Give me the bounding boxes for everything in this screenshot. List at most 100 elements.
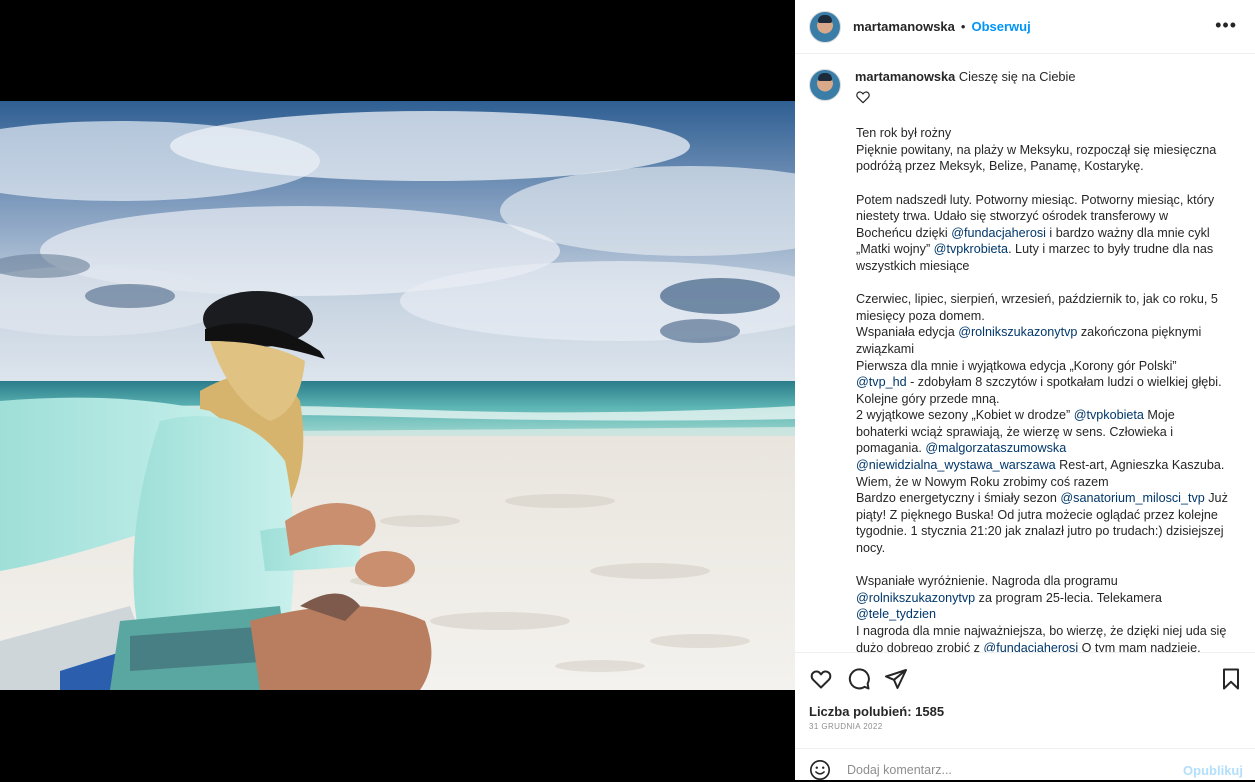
post-header: martamanowska • Obserwuj ••• — [795, 0, 1255, 54]
caption-fragment: Kolejne góry przede mną. — [856, 391, 1000, 406]
caption-fragment: - zdobyłam 8 szczytów i spotkałam ludzi … — [906, 375, 1222, 390]
like-heart-icon[interactable] — [809, 667, 833, 691]
caption-avatar[interactable] — [809, 69, 841, 101]
caption-line: związkami — [856, 341, 1231, 358]
caption-title: Cieszę się na Ciebie — [958, 69, 1076, 84]
more-options-icon[interactable]: ••• — [1215, 16, 1237, 34]
caption-fragment: zakończona pięknymi — [1077, 325, 1202, 340]
save-bookmark-icon[interactable] — [1219, 667, 1243, 691]
likes-count[interactable]: Liczba polubień: 1585 — [809, 704, 944, 719]
caption-fragment: . Luty i marzec to były trudne dla nas — [1008, 242, 1214, 257]
post-date[interactable]: 31 GRUDNIA 2022 — [809, 722, 883, 731]
caption-line: Czerwiec, lipiec, sierpień, wrzesień, pa… — [856, 291, 1231, 308]
mention-link[interactable]: @tele_tydzien — [856, 607, 936, 621]
caption-fragment: dużo dobrego zrobić z — [856, 640, 984, 652]
caption-fragment: Czerwiec, lipiec, sierpień, wrzesień, pa… — [856, 292, 1218, 307]
mention-link[interactable]: @sanatorium_milosci_tvp — [1060, 491, 1204, 505]
caption-line: miesięcy poza domem. — [856, 308, 1231, 325]
caption-fragment: Potem nadszedł luty. Potworny miesiąc. P… — [856, 192, 1215, 207]
mention-link[interactable]: @niewidzialna_wystawa_warszawa — [856, 458, 1056, 472]
caption-fragment: związkami — [856, 341, 915, 356]
mention-link[interactable]: @tvpkobieta — [1074, 408, 1144, 422]
caption-line: @rolnikszukazonytvp za program 25-lecia.… — [856, 590, 1231, 607]
caption-text: Ten rok był rożny Pięknie powitany, na pl… — [856, 125, 1231, 652]
caption-line: „Matki wojny” @tvpkrobieta. Luty i marze… — [856, 241, 1231, 258]
mention-link[interactable]: @rolnikszukazonytvp — [958, 325, 1077, 339]
caption-line: Wspaniałe wyróżnienie. Nagroda dla progr… — [856, 573, 1231, 590]
caption-fragment: bohaterki wciąż sprawiają, że wierzę w s… — [856, 424, 1174, 439]
caption-fragment: 2 wyjątkowe sezony „Kobiet w drodze” — [856, 408, 1074, 423]
caption-line: Bocheńcu dzięki @fundacjaherosi i bardzo… — [856, 225, 1231, 242]
caption-username[interactable]: martamanowska — [855, 69, 955, 84]
caption-line: I nagroda dla mnie najważniejsza, bo wie… — [856, 623, 1231, 640]
comment-bar: Opublikuj — [795, 748, 1255, 782]
emoji-icon[interactable] — [809, 759, 831, 781]
caption-line: tygodnie. 1 stycznia 21:20 jak znalazł j… — [856, 523, 1231, 540]
caption-line: @tele_tydzien — [856, 606, 1231, 623]
caption-line: Ten rok był rożny — [856, 125, 1231, 142]
caption-fragment: Już — [1204, 491, 1228, 506]
post-photo[interactable] — [0, 101, 795, 690]
mention-link[interactable]: @rolnikszukazonytvp — [856, 591, 975, 605]
comment-icon[interactable] — [847, 667, 871, 691]
caption-fragment: Wspaniała edycja — [856, 325, 959, 340]
action-bar — [795, 652, 1255, 702]
caption-fragment: podróżą przez Meksyk, Belize, Panamę, Ko… — [856, 159, 1144, 174]
caption-line — [856, 275, 1231, 292]
caption-fragment: Rest-art, Agnieszka Kaszuba. — [1055, 458, 1225, 473]
caption-line — [856, 175, 1231, 192]
caption-line — [856, 557, 1231, 574]
caption-line: niestety trwa. Udało się stworzyć ośrode… — [856, 208, 1231, 225]
caption-fragment: tygodnie. 1 stycznia 21:20 jak znalazł j… — [856, 524, 1224, 539]
caption-line: Kolejne góry przede mną. — [856, 391, 1231, 408]
caption-fragment: i bardzo ważny dla mnie cykl — [1045, 225, 1210, 240]
caption-fragment: za program 25-lecia. Telekamera — [975, 590, 1162, 605]
caption-line: pomagania. @malgorzataszumowska — [856, 440, 1231, 457]
caption-fragment: nocy. — [856, 541, 886, 556]
caption-line: @niewidzialna_wystawa_warszawa Rest-art,… — [856, 457, 1231, 474]
caption-like-heart-icon[interactable] — [855, 89, 871, 105]
share-send-icon[interactable] — [884, 667, 908, 691]
caption-line: Pierwsza dla mnie i wyjątkowa edycja „Ko… — [856, 358, 1231, 375]
author-username[interactable]: martamanowska — [853, 19, 955, 34]
caption-fragment: Bocheńcu dzięki — [856, 225, 952, 240]
caption-line: @tvp_hd - zdobyłam 8 szczytów i spotkała… — [856, 374, 1231, 391]
caption-scroll-area[interactable]: martamanowska Cieszę się na Ciebie Ten r… — [795, 55, 1255, 652]
caption-fragment: O tym mam nadzieje. — [1078, 640, 1201, 652]
caption-fragment: wszystkich miesiące — [856, 258, 970, 273]
mention-link[interactable]: @malgorzataszumowska — [925, 441, 1066, 455]
post-sidebar: martamanowska • Obserwuj ••• martamanows… — [795, 0, 1255, 782]
mention-link[interactable]: @fundacjaherosi — [983, 641, 1078, 652]
caption-fragment: piąty! Z pięknego Buska! Od jutra możeci… — [856, 507, 1218, 522]
caption-line: Wspaniała edycja @rolnikszukazonytvp zak… — [856, 324, 1231, 341]
mention-link[interactable]: @fundacjaherosi — [951, 226, 1046, 240]
caption-fragment: I nagroda dla mnie najważniejsza, bo wie… — [856, 624, 1227, 638]
caption-fragment: Wiem, że w Nowym Roku zrobimy coś razem — [856, 474, 1109, 489]
caption-line: Wiem, że w Nowym Roku zrobimy coś razem — [856, 474, 1231, 491]
follow-button[interactable]: Obserwuj — [971, 19, 1030, 34]
caption-fragment: Wspaniałe wyróżnienie. Nagroda dla progr… — [856, 574, 1118, 589]
caption-line: podróżą przez Meksyk, Belize, Panamę, Ko… — [856, 158, 1231, 175]
caption-line: piąty! Z pięknego Buska! Od jutra możeci… — [856, 507, 1231, 524]
caption-fragment: „Matki wojny” — [856, 242, 934, 257]
separator-dot: • — [960, 19, 966, 34]
caption-line: Pięknie powitany, na plaży w Meksyku, ro… — [856, 142, 1231, 159]
media-stage — [0, 0, 795, 780]
caption-fragment: Pięknie powitany, na plaży w Meksyku, ro… — [856, 142, 1217, 157]
caption-line: Bardzo energetyczny i śmiały sezon @sana… — [856, 490, 1231, 507]
caption-fragment: Pierwsza dla mnie i wyjątkowa edycja „Ko… — [856, 358, 1177, 373]
caption-fragment: Ten rok był rożny — [856, 126, 952, 141]
caption-fragment: Moje — [1143, 408, 1175, 423]
publish-button[interactable]: Opublikuj — [1183, 763, 1243, 778]
caption-fragment: Bardzo energetyczny i śmiały sezon — [856, 491, 1061, 506]
caption-title-block: martamanowska Cieszę się na Ciebie — [855, 69, 1076, 109]
comment-input[interactable] — [847, 758, 1167, 782]
beach-photo-illustration — [0, 101, 795, 690]
author-avatar[interactable] — [809, 10, 841, 43]
caption-line: dużo dobrego zrobić z @fundacjaherosi O … — [856, 640, 1231, 652]
mention-link[interactable]: @tvp_hd — [856, 375, 907, 389]
mention-link[interactable]: @tvpkrobieta — [934, 242, 1008, 256]
caption-line: nocy. — [856, 540, 1231, 557]
caption-header: martamanowska Cieszę się na Ciebie — [809, 69, 1239, 109]
caption-line: Potem nadszedł luty. Potworny miesiąc. P… — [856, 192, 1231, 209]
